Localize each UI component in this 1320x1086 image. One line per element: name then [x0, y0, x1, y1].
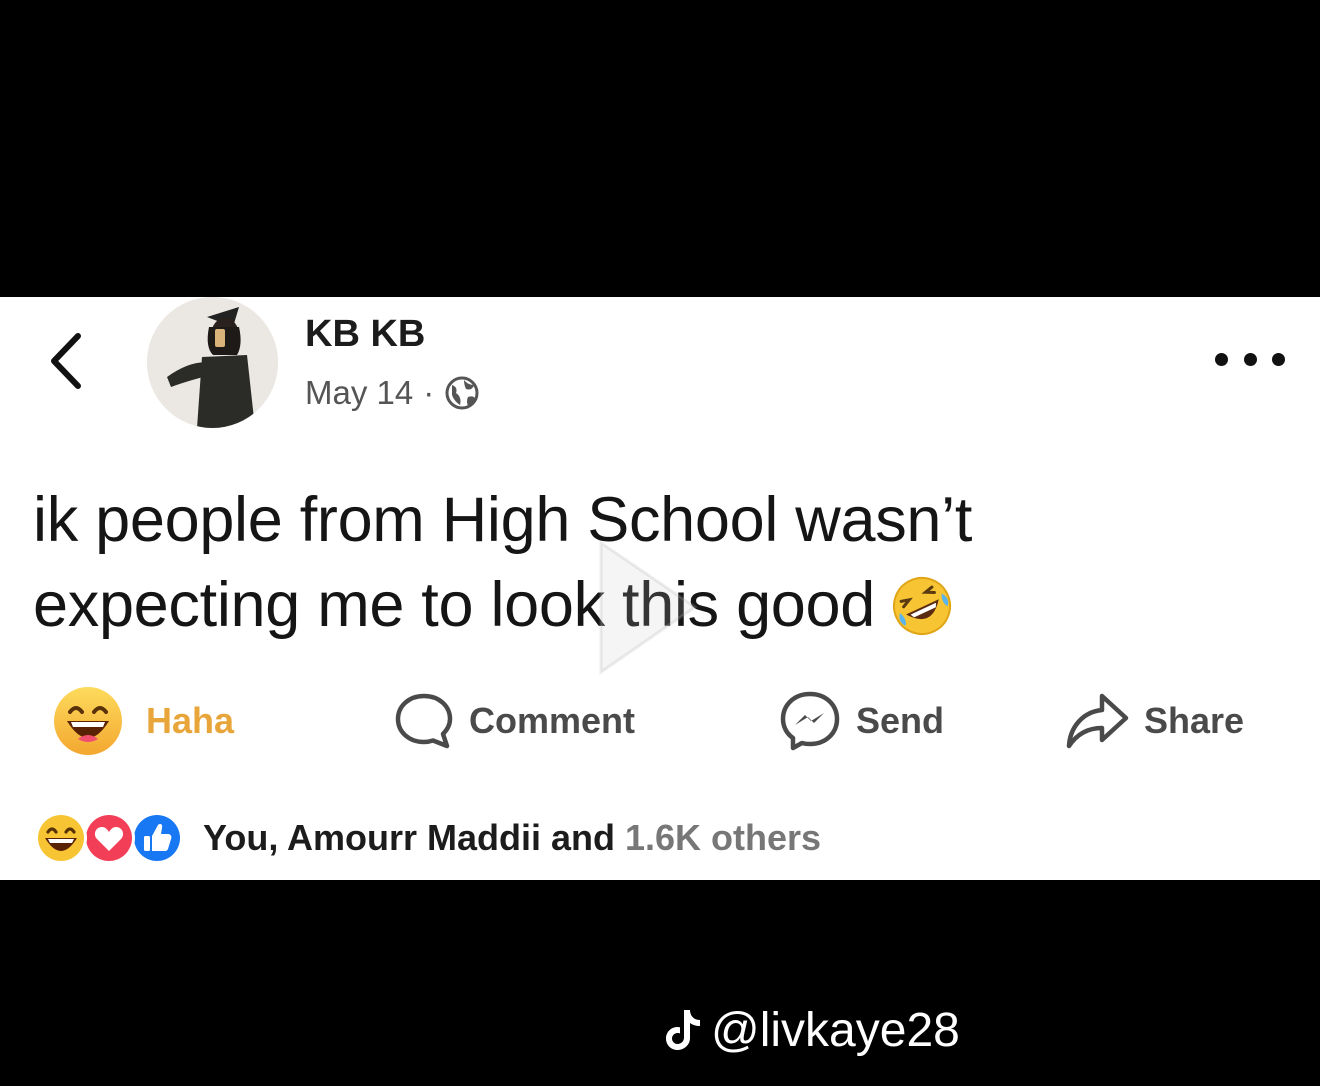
play-icon[interactable]	[593, 535, 703, 680]
avatar[interactable]	[147, 297, 278, 428]
globe-icon	[445, 376, 479, 410]
share-arrow-icon	[1066, 693, 1129, 749]
reactions-count: 1.6K others	[625, 817, 822, 858]
haha-reaction-small-icon	[35, 812, 87, 864]
haha-icon	[54, 687, 122, 755]
post-author-name[interactable]: KB KB	[305, 313, 425, 356]
reactions-summary[interactable]: You, Amourr Maddii and 1.6K others	[33, 810, 821, 866]
comment-icon	[395, 693, 453, 749]
meta-separator: ·	[423, 374, 435, 411]
rolling-on-floor-laughing-emoji	[893, 576, 952, 635]
more-options-icon[interactable]	[1215, 344, 1285, 374]
haha-reaction-button[interactable]: Haha	[52, 686, 234, 756]
love-reaction-icon	[83, 812, 135, 864]
haha-label: Haha	[146, 700, 235, 741]
comment-button[interactable]: Comment	[393, 686, 635, 756]
like-reaction-icon	[131, 812, 183, 864]
tiktok-watermark: @livkaye28	[663, 1000, 960, 1060]
reactions-names: You, Amourr Maddii and	[203, 817, 615, 858]
reactions-text: You, Amourr Maddii and 1.6K others	[203, 817, 821, 859]
post-text-line-2: expecting me to look this good	[33, 570, 876, 640]
send-button[interactable]: Send	[778, 686, 944, 756]
tiktok-icon	[666, 1010, 700, 1050]
back-arrow-icon[interactable]	[46, 330, 86, 392]
share-button[interactable]: Share	[1064, 686, 1244, 756]
post-date[interactable]: May 14	[305, 374, 413, 412]
comment-label: Comment	[469, 700, 636, 741]
share-label: Share	[1144, 700, 1245, 741]
post-meta: May 14 ·	[305, 373, 480, 413]
send-label: Send	[856, 700, 945, 741]
messenger-icon	[780, 691, 840, 751]
reaction-icons	[33, 810, 183, 866]
watermark-handle: @livkaye28	[711, 1003, 960, 1057]
